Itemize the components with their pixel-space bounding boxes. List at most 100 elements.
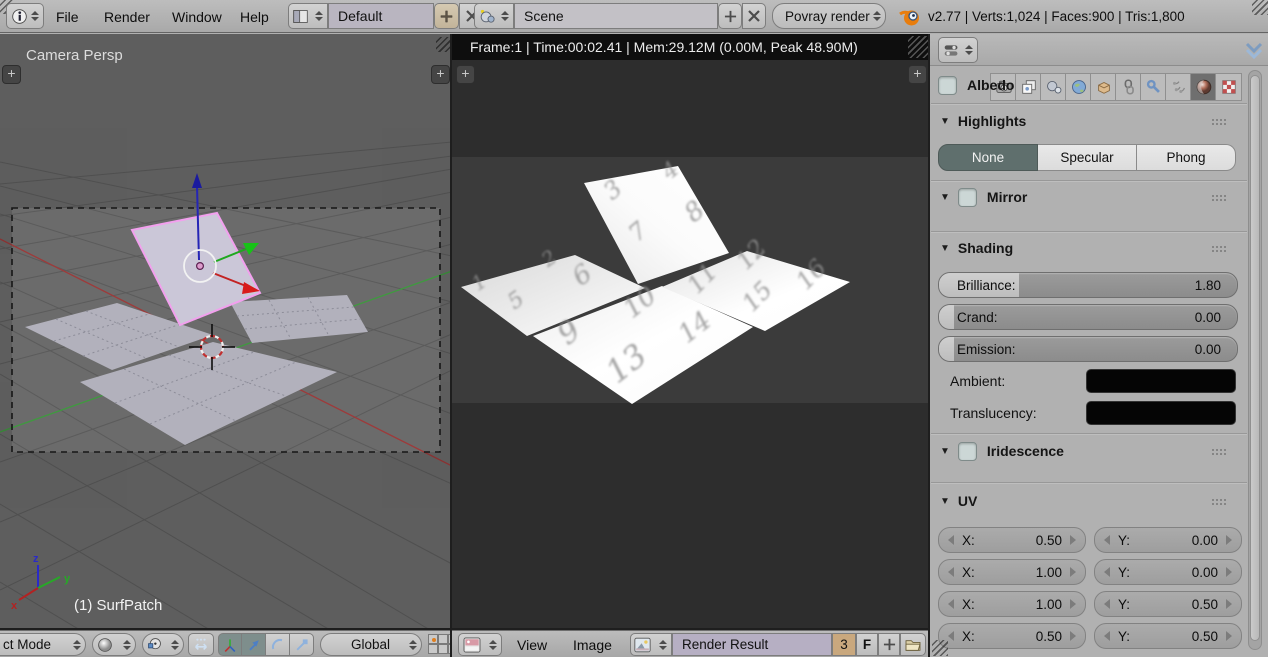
panel-drag-grip[interactable] [1211,448,1226,455]
collapse-triangle-icon[interactable]: ▼ [940,243,950,254]
area-corner-grip[interactable] [908,36,930,58]
decrement-arrow-icon[interactable] [948,631,954,641]
highlights-option-phong[interactable]: Phong [1137,144,1236,171]
panel-drag-grip[interactable] [1211,498,1226,505]
area-corner-grip[interactable] [932,640,948,656]
brilliance-slider[interactable]: Brilliance: 1.80 [938,272,1238,298]
uv-y-field-0[interactable]: Y:0.00 [1094,527,1242,553]
layers-widget[interactable] [428,634,452,655]
panel-highlights-header[interactable]: ▼ Highlights [940,111,1240,131]
area-divider[interactable] [0,628,930,630]
screen-layout-icon-button[interactable] [288,3,328,29]
render-engine-dropdown[interactable]: Povray render [772,3,886,29]
scene-icon-button[interactable] [474,3,514,29]
increment-arrow-icon[interactable] [1226,599,1232,609]
panel-shading-header[interactable]: ▼ Shading [940,238,1240,258]
highlights-option-none[interactable]: None [938,144,1038,171]
screen-layout-name-field[interactable]: Default [328,3,434,29]
chevron-down-icon[interactable] [1243,39,1265,61]
render-slot-field[interactable]: 3 [832,633,856,656]
area-corner-grip[interactable] [436,37,451,52]
increment-arrow-icon[interactable] [1070,535,1076,545]
uv-x-field-0[interactable]: X:0.50 [938,527,1086,553]
manipulator-toggle-button[interactable] [188,633,214,656]
uv-x-field-3[interactable]: X:0.50 [938,623,1086,649]
crand-slider[interactable]: Crand: 0.00 [938,304,1238,330]
region-expand-button[interactable]: + [2,65,21,84]
translate-manipulator-button[interactable] [242,633,266,656]
editor-type-dropdown[interactable] [938,37,978,63]
info-editor-button[interactable] [6,3,44,29]
increment-arrow-icon[interactable] [1226,567,1232,577]
uv-x-field-2[interactable]: X:1.00 [938,591,1086,617]
region-expand-button[interactable]: + [908,65,927,84]
corner-grip[interactable] [1252,0,1268,15]
scale-manipulator-button[interactable] [290,633,314,656]
highlights-option-specular[interactable]: Specular [1038,144,1137,171]
decrement-arrow-icon[interactable] [1104,567,1110,577]
render-result-canvas[interactable]: 3 4 7 8 1 2 5 6 9 10 13 14 11 12 15 16 [452,60,930,630]
editor-type-dropdown[interactable] [458,633,502,656]
menu-image[interactable]: Image [573,637,612,653]
menu-render[interactable]: Render [104,9,150,25]
image-name-field[interactable]: Render Result [672,633,832,656]
panel-albedo-header[interactable]: Albedo [938,74,1238,96]
image-datablock-dropdown[interactable] [630,633,672,656]
panel-mirror-header[interactable]: ▼ Mirror [940,187,1240,207]
collapse-triangle-icon[interactable]: ▼ [940,192,950,203]
panel-drag-grip[interactable] [1211,118,1226,125]
rotate-manipulator-button[interactable] [266,633,290,656]
viewport-3d[interactable]: z y x Camera Persp (1) SurfPatch + + [0,34,452,630]
increment-arrow-icon[interactable] [1070,567,1076,577]
decrement-arrow-icon[interactable] [1104,599,1110,609]
translucency-color-swatch[interactable] [1086,401,1236,425]
new-image-button[interactable] [878,633,900,656]
uv-y-field-1[interactable]: Y:0.00 [1094,559,1242,585]
ambient-color-swatch[interactable] [1086,369,1236,393]
area-divider[interactable] [928,34,930,657]
albedo-checkbox[interactable] [938,76,957,95]
menu-window[interactable]: Window [172,9,222,25]
increment-arrow-icon[interactable] [1226,535,1232,545]
fake-user-button[interactable]: F [856,633,878,656]
pivot-point-dropdown[interactable] [142,633,184,656]
mirror-checkbox[interactable] [958,188,977,207]
decrement-arrow-icon[interactable] [1104,535,1110,545]
scene-name-field[interactable]: Scene [514,3,718,29]
menu-view[interactable]: View [517,637,547,653]
panel-drag-grip[interactable] [1211,194,1226,201]
collapse-triangle-icon[interactable]: ▼ [940,496,950,507]
collapse-triangle-icon[interactable]: ▼ [940,116,950,127]
collapse-triangle-icon[interactable]: ▼ [940,446,950,457]
menu-file[interactable]: File [56,9,79,25]
decrement-arrow-icon[interactable] [948,567,954,577]
increment-arrow-icon[interactable] [1226,631,1232,641]
close-scene-button[interactable] [742,3,766,29]
uv-y-field-2[interactable]: Y:0.50 [1094,591,1242,617]
increment-arrow-icon[interactable] [1070,631,1076,641]
transform-orientation-dropdown[interactable]: Global [320,633,422,656]
properties-scrollbar[interactable] [1248,70,1262,650]
panel-uv-header[interactable]: ▼ UV [940,491,1240,511]
region-expand-button[interactable]: + [431,65,450,84]
emission-slider[interactable]: Emission: 0.00 [938,336,1238,362]
uv-x-field-1[interactable]: X:1.00 [938,559,1086,585]
add-layout-button[interactable] [434,3,459,29]
panel-iridescence-header[interactable]: ▼ Iridescence [940,441,1240,461]
uv-y-field-3[interactable]: Y:0.50 [1094,623,1242,649]
manipulator-axes-button[interactable] [218,633,242,656]
decrement-arrow-icon[interactable] [948,599,954,609]
decrement-arrow-icon[interactable] [1104,631,1110,641]
decrement-arrow-icon[interactable] [948,535,954,545]
iridescence-checkbox[interactable] [958,442,977,461]
scrollbar-thumb[interactable] [1250,75,1260,641]
increment-arrow-icon[interactable] [1070,599,1076,609]
panel-drag-grip[interactable] [1211,245,1226,252]
add-scene-button[interactable] [718,3,742,29]
viewport-shading-dropdown[interactable] [92,633,136,656]
region-expand-button[interactable]: + [456,65,475,84]
open-image-button[interactable] [900,633,926,656]
area-divider[interactable] [450,34,452,657]
menu-help[interactable]: Help [240,9,269,25]
mode-dropdown[interactable]: ct Mode [0,633,86,656]
